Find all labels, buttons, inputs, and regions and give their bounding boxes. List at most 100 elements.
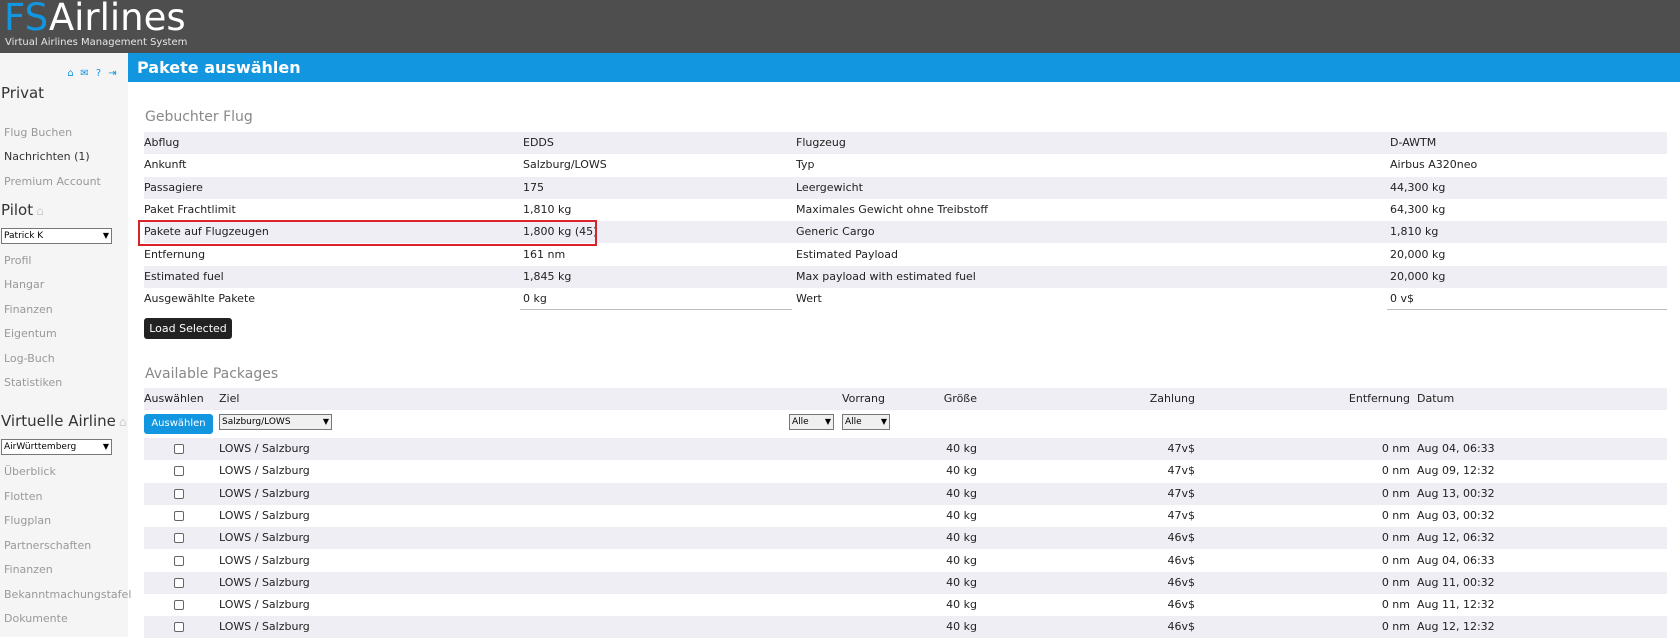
chevron-down-icon: ▼	[102, 442, 109, 451]
sidebar-item-schedule[interactable]: Flugplan	[4, 514, 51, 527]
col-header-distance: Entfernung	[1348, 392, 1410, 405]
help-icon[interactable]: ?	[93, 68, 104, 79]
package-payment: 47v$	[1167, 486, 1195, 500]
package-distance: 0 nm	[1381, 464, 1410, 478]
sidebar-item-partnerships[interactable]: Partnerschaften	[4, 539, 91, 552]
col-header-size: Größe	[943, 392, 977, 405]
pilot-home-icon[interactable]: ⌂	[36, 204, 44, 218]
package-payment: 46v$	[1167, 598, 1195, 612]
package-date: Aug 12, 06:32	[1417, 531, 1495, 545]
package-distance: 0 nm	[1381, 442, 1410, 455]
detail-value: EDDS	[523, 136, 554, 149]
flight-detail-row: Ausgewählte Pakete 0 kg Wert 0 v$	[144, 288, 1667, 311]
sidebar: ⌂ ✉? ⇥ Privat Flug Buchen Nachrichten (1) …	[0, 53, 131, 637]
app-logo[interactable]: FSAirlines	[4, 0, 186, 40]
load-selected-button[interactable]: Load Selected	[144, 318, 232, 339]
package-row: LOWS / Salzburg 40 kg 46v$ 0 nm Aug 04, 06:3…	[144, 550, 1667, 572]
package-distance: 0 nm	[1381, 508, 1410, 522]
section-title-private: Privat	[1, 84, 45, 102]
detail-label: Estimated fuel	[144, 269, 224, 283]
package-row: LOWS / Salzburg 40 kg 47v$ 0 nm Aug 13, 00:3…	[144, 482, 1667, 505]
col-header-priority: Vorrang	[842, 392, 885, 405]
package-destination: LOWS / Salzburg	[219, 531, 310, 545]
sidebar-item-va-finances[interactable]: Finanzen	[4, 563, 53, 576]
page-title: Pakete auswählen	[137, 58, 301, 77]
package-distance: 0 nm	[1381, 531, 1410, 545]
flight-detail-row: Paket Frachtlimit 1,810 kg Maximales Gewic…	[144, 199, 1667, 221]
sidebar-item-messages[interactable]: Nachrichten (1)	[4, 150, 90, 163]
airline-select[interactable]: AirWürttemberg ▼	[1, 439, 112, 455]
package-checkbox[interactable]	[174, 444, 184, 454]
sidebar-item-book-flight[interactable]: Flug Buchen	[4, 126, 72, 139]
package-destination: LOWS / Salzburg	[219, 442, 310, 455]
package-size: 40 kg	[946, 553, 977, 567]
package-distance: 0 nm	[1381, 486, 1410, 500]
package-checkbox[interactable]	[174, 555, 184, 566]
package-checkbox[interactable]	[174, 488, 184, 499]
select-all-button[interactable]: Auswählen	[144, 414, 213, 434]
sidebar-item-profile[interactable]: Profil	[4, 254, 31, 267]
detail-value: Salzburg/LOWS	[523, 158, 607, 172]
detail-value: 1,810 kg	[523, 202, 572, 216]
package-payment: 46v$	[1167, 575, 1195, 589]
logout-icon[interactable]: ⇥	[107, 68, 118, 79]
detail-label: Generic Cargo	[796, 225, 875, 239]
flight-detail-row: Entfernung 161 nm Estimated Payload 20,000 …	[144, 244, 1667, 266]
priority-filter[interactable]: Alle ▼	[842, 414, 890, 430]
detail-label: Wert	[796, 292, 822, 306]
chevron-down-icon: ▼	[880, 417, 887, 426]
packages-filter-row: Auswählen Salzburg/LOWS ▼ Alle ▼ Alle ▼	[144, 412, 1667, 436]
sidebar-item-statistics[interactable]: Statistiken	[4, 376, 62, 389]
package-date: Aug 03, 00:32	[1417, 508, 1495, 522]
sidebar-item-noticeboard[interactable]: Bekanntmachungstafel	[4, 588, 131, 601]
col-header-select: Auswählen	[144, 392, 204, 405]
package-row: LOWS / Salzburg 40 kg 47v$ 0 nm Aug 04, 06:3…	[144, 438, 1667, 460]
package-row: LOWS / Salzburg 40 kg 47v$ 0 nm Aug 09, 12:3…	[144, 460, 1667, 482]
booked-flight-heading: Gebuchter Flug	[145, 109, 253, 125]
package-date: Aug 04, 06:33	[1417, 442, 1495, 455]
sidebar-item-overview[interactable]: Überblick	[4, 465, 56, 478]
pilot-select[interactable]: Patrick K ▼	[1, 228, 112, 244]
sidebar-item-hangar[interactable]: Hangar	[4, 278, 44, 291]
package-row: LOWS / Salzburg 40 kg 47v$ 0 nm Aug 03, 00:3…	[144, 505, 1667, 527]
detail-label: Abflug	[144, 136, 180, 149]
available-packages-heading: Available Packages	[145, 366, 279, 382]
sidebar-item-documents[interactable]: Dokumente	[4, 612, 68, 625]
home-icon[interactable]: ⌂	[65, 68, 76, 79]
va-home-icon[interactable]: ⌂	[119, 415, 127, 429]
package-checkbox[interactable]	[174, 577, 184, 588]
chevron-down-icon: ▼	[824, 417, 831, 426]
app-tagline: Virtual Airlines Management System	[5, 37, 188, 48]
package-date: Aug 04, 06:33	[1417, 553, 1495, 567]
chat-icon[interactable]: ✉	[79, 68, 90, 79]
detail-value: D-AWTM	[1390, 136, 1437, 149]
package-checkbox[interactable]	[174, 600, 184, 611]
section-title-virtual-airline: Virtuelle Airline ⌂	[1, 412, 127, 430]
chevron-down-icon: ▼	[102, 231, 109, 240]
package-checkbox[interactable]	[174, 533, 184, 544]
sidebar-item-logbook[interactable]: Log-Buch	[4, 352, 55, 365]
destination-filter[interactable]: Salzburg/LOWS ▼	[219, 414, 332, 430]
col-header-date: Datum	[1417, 392, 1455, 405]
detail-value: 161 nm	[523, 247, 566, 261]
sidebar-item-premium[interactable]: Premium Account	[4, 175, 101, 188]
package-checkbox[interactable]	[174, 510, 184, 521]
value-underline	[1387, 309, 1667, 311]
package-payment: 47v$	[1167, 464, 1195, 478]
detail-value: 175	[523, 180, 544, 194]
package-payment: 46v$	[1167, 620, 1195, 634]
sidebar-item-property[interactable]: Eigentum	[4, 327, 57, 340]
detail-value: 20,000 kg	[1390, 247, 1446, 261]
sidebar-item-finances[interactable]: Finanzen	[4, 303, 53, 316]
detail-value: 1,810 kg	[1390, 225, 1439, 239]
package-date: Aug 09, 12:32	[1417, 464, 1495, 478]
package-checkbox[interactable]	[174, 466, 184, 477]
package-checkbox[interactable]	[174, 622, 184, 633]
detail-label: Maximales Gewicht ohne Treibstoff	[796, 202, 988, 216]
sidebar-item-fleets[interactable]: Flotten	[4, 490, 42, 503]
detail-value: 1,845 kg	[523, 269, 572, 283]
size-filter[interactable]: Alle ▼	[789, 414, 834, 430]
detail-label: Typ	[796, 158, 815, 172]
package-size: 40 kg	[946, 486, 977, 500]
detail-value: Airbus A320neo	[1390, 158, 1478, 172]
